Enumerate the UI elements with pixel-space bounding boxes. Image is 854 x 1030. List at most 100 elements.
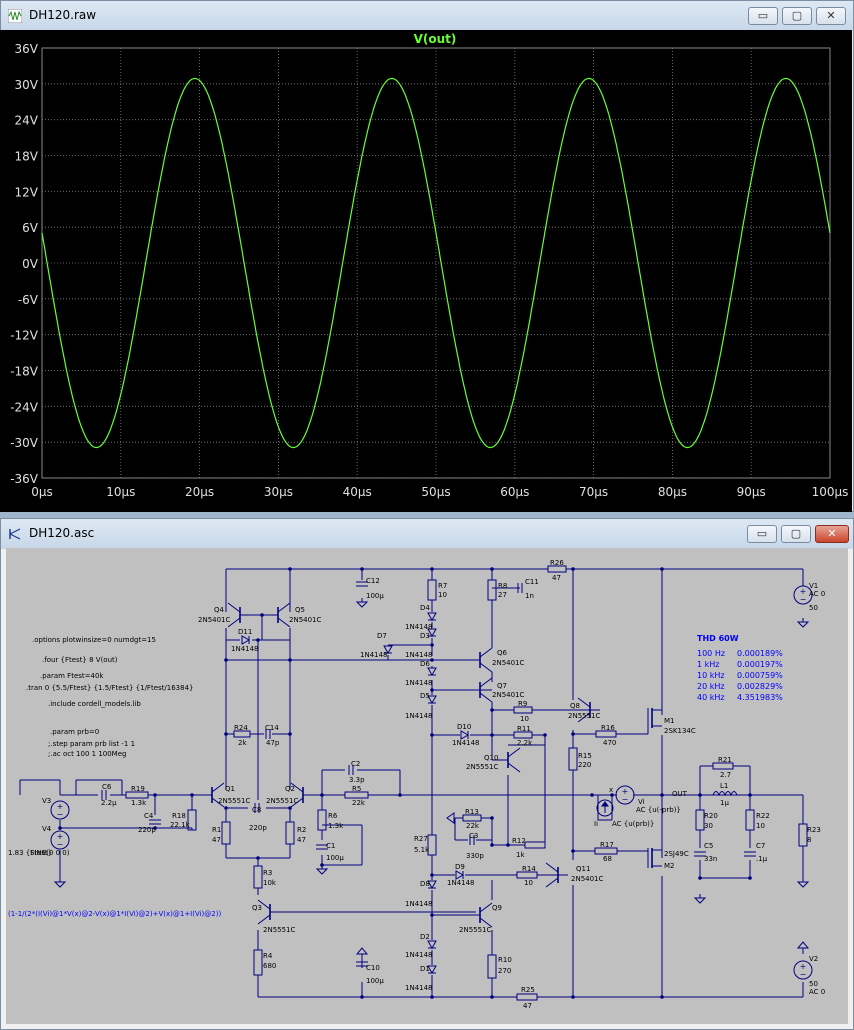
label-r13v: 22k bbox=[466, 822, 480, 830]
thd-value-4: 0.002829% bbox=[737, 682, 783, 691]
junction-dot bbox=[571, 567, 575, 571]
directive-param-ftest[interactable]: .param Ftest=40k bbox=[40, 672, 104, 680]
junction-dot bbox=[571, 732, 575, 736]
label-r20v: 30 bbox=[704, 822, 713, 830]
schematic-canvas[interactable]: +−+−+−+−+− R710R827R2647R910R112.2kR1522… bbox=[6, 548, 848, 1024]
x-tick-label: 50µs bbox=[421, 485, 450, 499]
label-v2a: 50 bbox=[809, 980, 818, 988]
junction-dot bbox=[490, 816, 494, 820]
label-d7: D7 bbox=[377, 632, 387, 640]
label-r2v: 47 bbox=[297, 836, 306, 844]
label-c4v: 220p bbox=[138, 826, 156, 834]
directive-include[interactable]: .include cordell_models.lib bbox=[48, 700, 141, 708]
junction-dot bbox=[660, 995, 664, 999]
directive-ac[interactable]: ;.ac oct 100 1 100Meg bbox=[48, 750, 126, 758]
directive-tran[interactable]: .tran 0 {5.5/Ftest} {1.5/Ftest} {1/Ftest… bbox=[26, 684, 193, 692]
junction-dot bbox=[698, 876, 702, 880]
label-r12v: 1k bbox=[516, 851, 525, 859]
trace-label[interactable]: V(out) bbox=[414, 32, 457, 46]
x-tick-label: 0µs bbox=[31, 485, 53, 499]
label-r15: R15 bbox=[578, 752, 592, 760]
y-tick-label: -24V bbox=[10, 400, 39, 414]
label-r11: R11 bbox=[517, 725, 531, 733]
label-q2: Q2 bbox=[285, 785, 295, 793]
plot-titlebar[interactable]: DH120.raw ▭ ▢ ✕ bbox=[1, 1, 853, 31]
label-v1a: AC 0 bbox=[809, 590, 825, 598]
label-r20: R20 bbox=[704, 812, 718, 820]
label-r12: R12 bbox=[512, 837, 526, 845]
x-tick-label: 60µs bbox=[500, 485, 529, 499]
label-r18: R18 bbox=[172, 812, 186, 820]
label-d3: D3 bbox=[420, 632, 430, 640]
label-d8m: 1N4148 bbox=[405, 900, 433, 908]
junction-dot bbox=[58, 826, 62, 830]
junction-dot bbox=[660, 793, 664, 797]
measure-formula[interactable]: (1-1/(2*(I(Vi)@1*V(x)@2-V(x)@1*I(Vi)@2)+… bbox=[8, 910, 221, 918]
close-button[interactable]: ✕ bbox=[816, 7, 846, 25]
waveform-plot[interactable]: 36V 30V 24V 18V 12V 6V 0V -6V -12V -18V -24V -30V -3… bbox=[0, 30, 852, 512]
label-r4v: 680 bbox=[263, 962, 276, 970]
label-vi: Vi bbox=[638, 798, 645, 806]
label-c2v: 3.3p bbox=[349, 776, 365, 784]
y-tick-label: 18V bbox=[15, 150, 39, 164]
junction-dot bbox=[490, 995, 494, 999]
label-d8: D8 bbox=[420, 880, 430, 888]
label-r6: R6 bbox=[328, 812, 338, 820]
minimize-button[interactable]: ▭ bbox=[748, 7, 778, 25]
directive-options[interactable]: .options plotwinsize=0 numdgt=15 bbox=[32, 636, 156, 644]
label-d11m: 1N4148 bbox=[231, 645, 259, 653]
junction-dot bbox=[320, 793, 324, 797]
label-r8v: 27 bbox=[498, 591, 507, 599]
label-c10: C10 bbox=[366, 964, 380, 972]
label-out: OUT bbox=[672, 790, 688, 798]
y-tick-label: 0V bbox=[22, 257, 39, 271]
label-d5: D5 bbox=[420, 692, 430, 700]
label-c11: C11 bbox=[525, 578, 539, 586]
label-q3: Q3 bbox=[252, 904, 262, 912]
svg-text:−: − bbox=[57, 840, 64, 849]
junction-dot bbox=[543, 733, 547, 737]
junction-dot bbox=[153, 793, 157, 797]
label-r2: R2 bbox=[297, 826, 306, 834]
label-r24v: 2k bbox=[238, 739, 247, 747]
schematic-maximize-button[interactable]: ▢ bbox=[781, 525, 811, 543]
label-m1m: 2SK134C bbox=[664, 727, 696, 735]
label-d6m: 1N4148 bbox=[405, 679, 433, 687]
x-tick-label: 70µs bbox=[579, 485, 608, 499]
label-r1: R1 bbox=[212, 826, 221, 834]
label-x: x bbox=[609, 786, 613, 794]
directive-param-prb[interactable]: .param prb=0 bbox=[50, 728, 99, 736]
thd-freq-4: 20 kHz bbox=[697, 682, 725, 691]
schematic-minimize-button[interactable]: ▭ bbox=[747, 525, 777, 543]
junction-dot bbox=[430, 913, 434, 917]
directive-step[interactable]: ;.step param prb list -1 1 bbox=[48, 740, 135, 748]
label-d9: D9 bbox=[455, 863, 465, 871]
maximize-button[interactable]: ▢ bbox=[782, 7, 812, 25]
label-r11v: 2.2k bbox=[517, 739, 533, 747]
label-c5v: 33n bbox=[704, 855, 717, 863]
junction-dot bbox=[748, 876, 752, 880]
label-r21: R21 bbox=[718, 756, 732, 764]
label-m1: M1 bbox=[664, 717, 675, 725]
label-d10m: 1N4148 bbox=[452, 739, 480, 747]
label-q6: Q6 bbox=[497, 649, 508, 657]
label-r7v: 10 bbox=[438, 591, 447, 599]
junction-dot bbox=[256, 856, 260, 860]
label-r17v: 68 bbox=[603, 855, 612, 863]
label-c12: C12 bbox=[366, 577, 380, 585]
label-ii: Ii bbox=[594, 820, 598, 828]
label-c3v: 330p bbox=[466, 852, 484, 860]
y-tick-label: -6V bbox=[18, 293, 39, 307]
label-c6v: 2.2µ bbox=[101, 799, 117, 807]
label-c11v: 1n bbox=[525, 592, 534, 600]
junction-dot bbox=[506, 843, 510, 847]
junction-dot bbox=[430, 733, 434, 737]
schematic-titlebar[interactable]: DH120.asc ▭ ▢ ✕ bbox=[1, 519, 853, 549]
label-v3: V3 bbox=[42, 797, 51, 805]
y-tick-label: 24V bbox=[15, 114, 39, 128]
thd-value-5: 4.351983% bbox=[737, 693, 783, 702]
directive-four[interactable]: .four {Ftest} 8 V(out) bbox=[42, 656, 118, 664]
schematic-close-button[interactable]: ✕ bbox=[815, 525, 849, 543]
label-v2b: AC 0 bbox=[809, 988, 825, 996]
junction-dot bbox=[260, 613, 264, 617]
